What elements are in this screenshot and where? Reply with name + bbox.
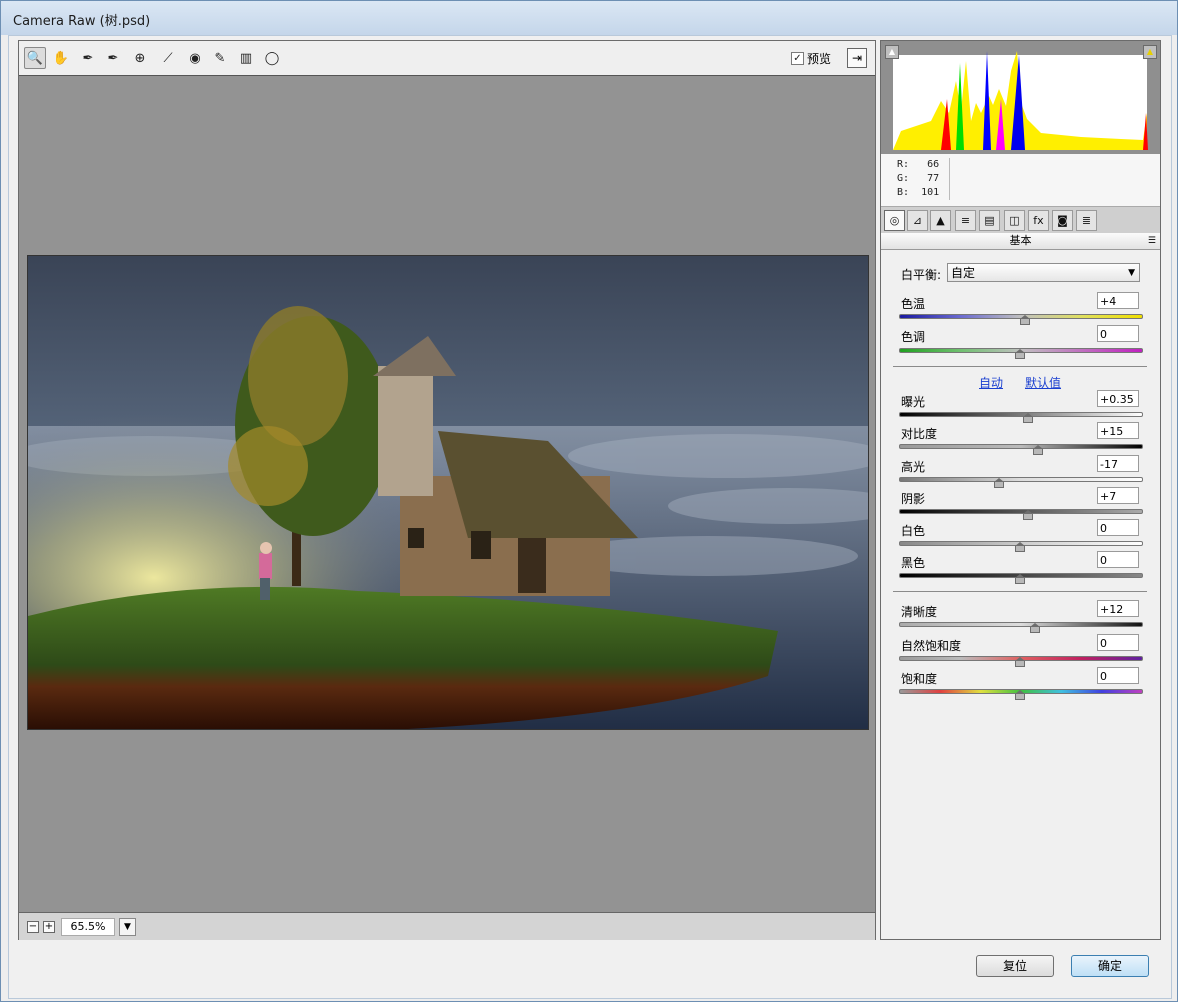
b-label: B: [897, 187, 910, 198]
highlights-label: 高光 [901, 460, 926, 474]
white-balance-value: 自定 [951, 266, 976, 280]
tab-camera-calibration[interactable]: ◙ [1052, 210, 1073, 231]
tint-slider-thumb[interactable] [1015, 349, 1025, 361]
whites-slider-thumb[interactable] [1015, 542, 1025, 554]
tab-basic[interactable]: ◎ [884, 210, 905, 231]
section-header: 基本 ☰ [881, 233, 1160, 250]
hand-tool-icon[interactable]: ✋ [51, 48, 71, 68]
title-bar[interactable]: Camera Raw (树.psd) [1, 1, 1177, 35]
white-balance-label: 白平衡: [901, 268, 942, 282]
reset-button[interactable]: 复位 [976, 955, 1054, 977]
b-value: 101 [921, 187, 940, 198]
vibrance-slider-thumb[interactable] [1015, 657, 1025, 669]
clarity-field[interactable]: +12 [1097, 600, 1139, 617]
preview-checkbox[interactable]: ✓ [791, 52, 804, 65]
adjustments-panel: ▲ ▲ R: 66 G: 77 B: 101 ◎ ⊿ ▲ ≡ ▤ ◫ fx ◙ … [880, 40, 1161, 940]
image-canvas-area: 🔍 ✋ ✒ ✒ ⊕ ⟋ ◉ ✎ ▥ ◯ ✓ 预览 ⇥ − + 65.5% ▼ [18, 40, 876, 940]
tab-tone-curve[interactable]: ⊿ [907, 210, 928, 231]
temperature-field[interactable]: +4 [1097, 292, 1139, 309]
whites-field[interactable]: 0 [1097, 519, 1139, 536]
shadows-label: 阴影 [901, 492, 926, 506]
zoom-out-button[interactable]: − [27, 921, 39, 933]
highlights-slider-thumb[interactable] [994, 478, 1005, 490]
clarity-slider-thumb[interactable] [1029, 623, 1040, 635]
shadows-field[interactable]: +7 [1097, 487, 1139, 504]
tab-split-toning[interactable]: ▤ [979, 210, 1000, 231]
window-title: Camera Raw (树.psd) [13, 14, 151, 29]
g-label: G: [897, 173, 910, 184]
histogram-graph [893, 51, 1148, 150]
image-preview[interactable] [27, 255, 869, 730]
preview-toggle[interactable]: ✓ 预览 [791, 50, 831, 67]
contrast-slider-thumb[interactable] [1033, 445, 1044, 457]
r-label: R: [897, 159, 910, 170]
radial-filter-icon[interactable]: ◯ [262, 48, 282, 68]
tint-label: 色调 [901, 330, 926, 344]
straighten-tool-icon[interactable]: ⟋ [158, 48, 178, 68]
blacks-label: 黑色 [901, 556, 926, 570]
preview-label: 预览 [807, 52, 832, 66]
adjustment-brush-icon[interactable]: ✎ [210, 48, 230, 68]
zoom-in-button[interactable]: + [43, 921, 55, 933]
g-value: 77 [927, 173, 940, 184]
section-title: 基本 [1009, 234, 1032, 247]
white-balance-tool-icon[interactable]: ✒ [78, 48, 98, 68]
tint-field[interactable]: 0 [1097, 325, 1139, 342]
clarity-label: 清晰度 [901, 605, 938, 619]
tab-lens-corrections[interactable]: ◫ [1004, 210, 1025, 231]
shadows-slider-thumb[interactable] [1023, 510, 1034, 522]
panel-menu-icon[interactable]: ☰ [1148, 233, 1156, 249]
white-balance-select[interactable]: 自定 ▼ [947, 263, 1140, 282]
default-link[interactable]: 默认值 [1025, 374, 1061, 391]
divider [893, 366, 1147, 367]
blacks-slider-thumb[interactable] [1015, 574, 1025, 586]
exposure-label: 曝光 [901, 395, 926, 409]
r-value: 66 [927, 159, 940, 170]
ok-button[interactable]: 确定 [1071, 955, 1149, 977]
zoom-tool-icon[interactable]: 🔍 [24, 47, 46, 69]
chevron-down-icon: ▼ [1128, 268, 1135, 278]
highlight-clipping-warning-icon[interactable]: ▲ [1143, 45, 1157, 59]
vibrance-field[interactable]: 0 [1097, 634, 1139, 651]
exposure-field[interactable]: +0.35 [1097, 390, 1139, 407]
panel-tabs: ◎ ⊿ ▲ ≡ ▤ ◫ fx ◙ ≣ [881, 207, 1160, 234]
tool-bar: 🔍 ✋ ✒ ✒ ⊕ ⟋ ◉ ✎ ▥ ◯ ✓ 预览 ⇥ [19, 41, 875, 76]
histogram: ▲ ▲ [881, 41, 1160, 155]
zoom-dropdown-icon[interactable]: ▼ [119, 918, 136, 936]
blacks-field[interactable]: 0 [1097, 551, 1139, 568]
clarity-slider-track[interactable] [899, 622, 1143, 627]
saturation-field[interactable]: 0 [1097, 667, 1139, 684]
tab-hsl[interactable]: ≡ [955, 210, 976, 231]
exposure-slider-thumb[interactable] [1023, 413, 1034, 425]
red-eye-tool-icon[interactable]: ◉ [185, 48, 205, 68]
readout-divider [949, 158, 950, 200]
status-bar: − + 65.5% ▼ [19, 912, 875, 940]
zoom-level[interactable]: 65.5% [61, 918, 115, 936]
graduated-filter-icon[interactable]: ▥ [236, 48, 256, 68]
temperature-label: 色温 [901, 297, 926, 311]
highlights-slider-track[interactable] [899, 477, 1143, 482]
open-in-photoshop-icon[interactable]: ⇥ [847, 48, 867, 68]
highlights-field[interactable]: -17 [1097, 455, 1139, 472]
color-sampler-tool-icon[interactable]: ✒ [103, 48, 123, 68]
saturation-slider-thumb[interactable] [1015, 690, 1025, 702]
shadows-slider-track[interactable] [899, 509, 1143, 514]
tab-detail[interactable]: ▲ [930, 210, 951, 231]
rgb-readout: R: 66 G: 77 B: 101 [881, 154, 1160, 207]
auto-link[interactable]: 自动 [979, 374, 1003, 391]
temperature-slider-thumb[interactable] [1019, 315, 1030, 327]
contrast-field[interactable]: +15 [1097, 422, 1139, 439]
tab-presets[interactable]: ≣ [1076, 210, 1097, 231]
contrast-label: 对比度 [901, 427, 938, 441]
saturation-label: 饱和度 [901, 672, 938, 686]
contrast-slider-track[interactable] [899, 444, 1143, 449]
shadow-clipping-warning-icon[interactable]: ▲ [885, 45, 899, 59]
vibrance-label: 自然饱和度 [901, 639, 962, 653]
tab-effects[interactable]: fx [1028, 210, 1049, 231]
exposure-slider-track[interactable] [899, 412, 1143, 417]
scene-image [28, 256, 868, 729]
targeted-adjustment-tool-icon[interactable]: ⊕ [130, 48, 150, 68]
whites-label: 白色 [901, 524, 926, 538]
divider [893, 591, 1147, 592]
